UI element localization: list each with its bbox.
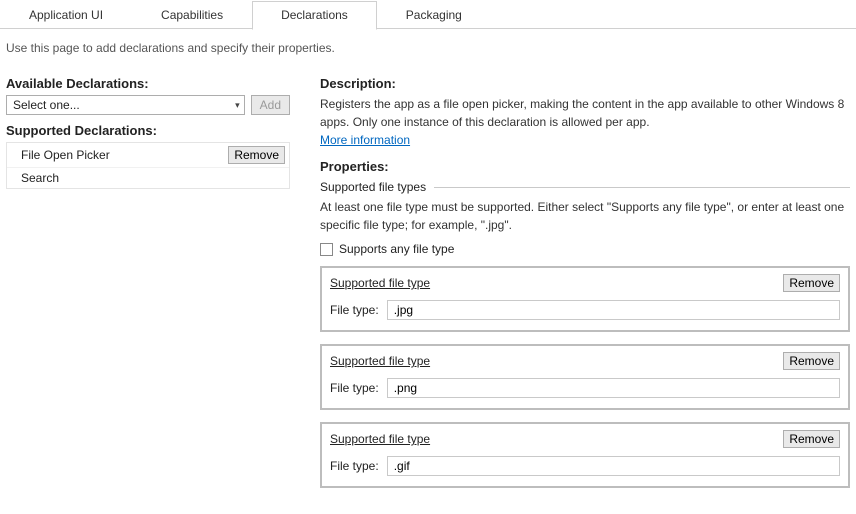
- tab-label: Packaging: [406, 8, 462, 22]
- select-value: Select one...: [13, 98, 80, 112]
- file-type-block: Supported file type Remove File type:: [320, 266, 850, 332]
- supported-declarations-list: File Open Picker Remove Search: [6, 142, 290, 189]
- description-text: Registers the app as a file open picker,…: [320, 95, 850, 131]
- declaration-item[interactable]: Search: [7, 168, 289, 188]
- file-type-input[interactable]: [387, 378, 840, 398]
- remove-file-type-button[interactable]: Remove: [783, 352, 840, 370]
- section-help-text: At least one file type must be supported…: [320, 198, 850, 234]
- remove-declaration-button[interactable]: Remove: [228, 146, 285, 164]
- description-heading: Description:: [320, 76, 850, 91]
- supported-declarations-heading: Supported Declarations:: [6, 123, 290, 138]
- declaration-label: Search: [21, 171, 59, 185]
- tab-capabilities[interactable]: Capabilities: [132, 1, 252, 29]
- file-type-block: Supported file type Remove File type:: [320, 344, 850, 410]
- file-type-block-title: Supported file type: [330, 432, 430, 446]
- chevron-down-icon: ▾: [235, 100, 240, 111]
- page-hint: Use this page to add declarations and sp…: [0, 29, 856, 70]
- tab-application-ui[interactable]: Application UI: [0, 1, 132, 29]
- tab-strip: Application UI Capabilities Declarations…: [0, 0, 856, 29]
- remove-file-type-button[interactable]: Remove: [783, 430, 840, 448]
- file-type-input[interactable]: [387, 300, 840, 320]
- tab-label: Application UI: [29, 8, 103, 22]
- file-type-label: File type:: [330, 459, 379, 473]
- tab-label: Capabilities: [161, 8, 223, 22]
- supports-any-file-type-checkbox[interactable]: [320, 243, 333, 256]
- file-type-label: File type:: [330, 381, 379, 395]
- file-type-input[interactable]: [387, 456, 840, 476]
- properties-heading: Properties:: [320, 159, 850, 174]
- available-declarations-heading: Available Declarations:: [6, 76, 290, 91]
- tab-packaging[interactable]: Packaging: [377, 1, 491, 29]
- add-button[interactable]: Add: [251, 95, 290, 115]
- more-information-link[interactable]: More information: [320, 133, 410, 147]
- supports-any-file-type-label: Supports any file type: [339, 242, 454, 256]
- section-title: Supported file types: [320, 180, 426, 194]
- file-type-block: Supported file type Remove File type:: [320, 422, 850, 488]
- available-declarations-select[interactable]: Select one... ▾: [6, 95, 245, 115]
- declaration-label: File Open Picker: [21, 148, 110, 162]
- file-type-label: File type:: [330, 303, 379, 317]
- file-type-block-title: Supported file type: [330, 354, 430, 368]
- divider: [434, 187, 850, 188]
- tab-declarations[interactable]: Declarations: [252, 1, 377, 30]
- remove-file-type-button[interactable]: Remove: [783, 274, 840, 292]
- declaration-item[interactable]: File Open Picker Remove: [7, 143, 289, 168]
- tab-label: Declarations: [281, 8, 348, 22]
- file-type-block-title: Supported file type: [330, 276, 430, 290]
